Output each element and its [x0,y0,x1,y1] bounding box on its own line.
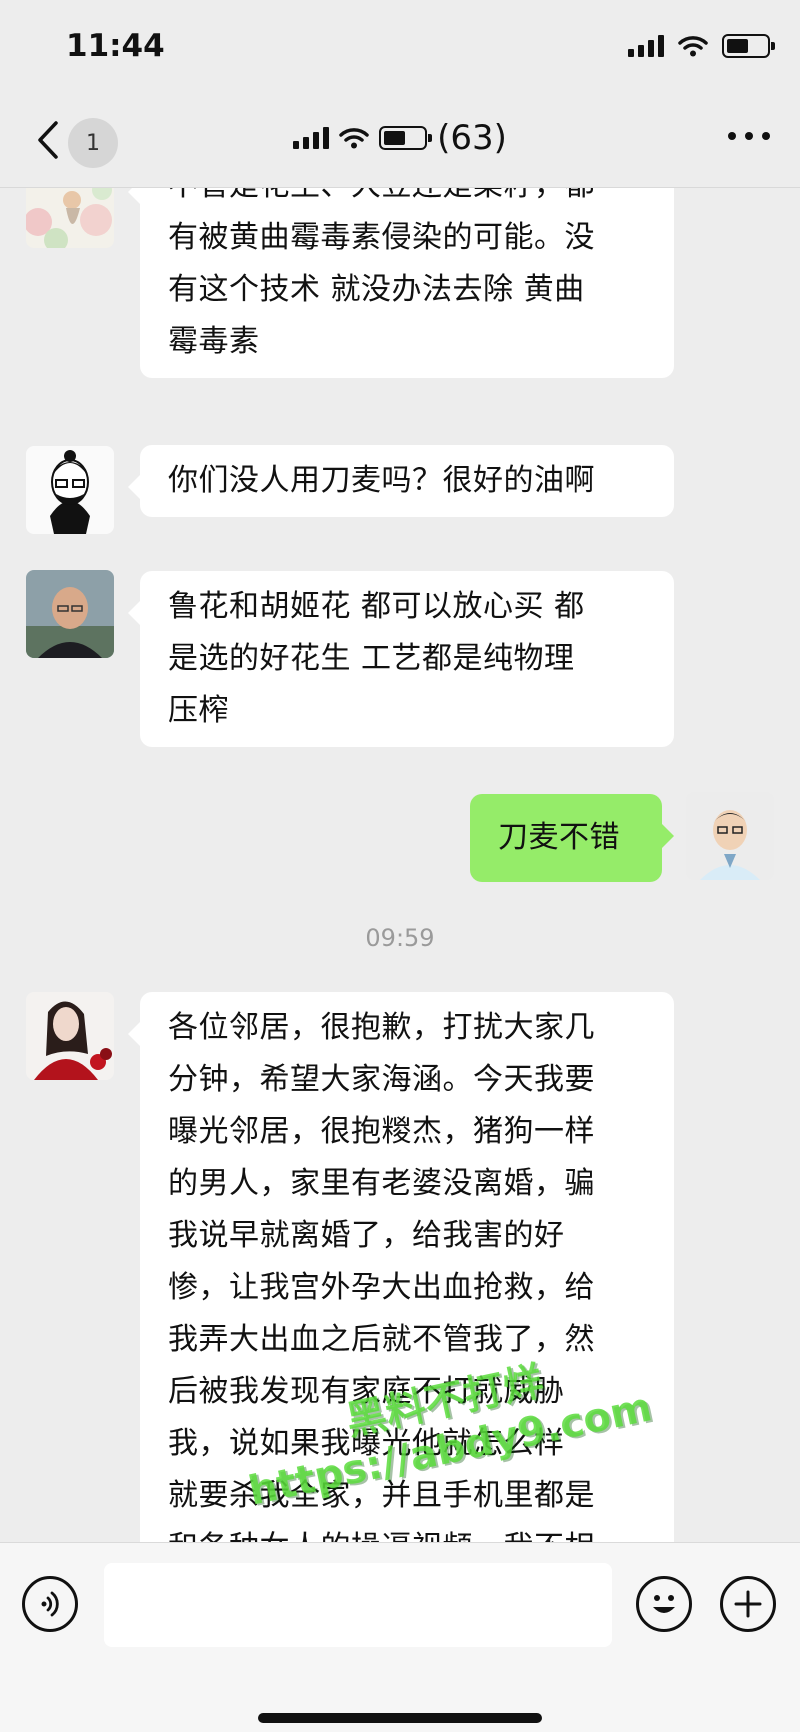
message-list[interactable]: 不管是花生、大豆还是菜籽，都 有被黄曲霉毒素侵染的可能。没 有这个技术 就没办法… [0,188,800,1542]
voice-icon [41,1591,59,1617]
status-bar: 11:44 [0,0,800,96]
chat-header: 1 (63) [0,96,800,188]
member-count: (63) [437,118,507,158]
more-options-button[interactable] [728,132,770,140]
message-bubble[interactable]: 不管是花生、大豆还是菜籽，都 有被黄曲霉毒素侵染的可能。没 有这个技术 就没办法… [128,188,674,378]
battery-icon [722,34,775,58]
my-message-bubble[interactable]: 刀麦不错 [470,794,674,882]
smiley-icon [653,1595,675,1613]
cellular-signal-icon [293,127,330,149]
message-timestamp: 09:59 [365,924,435,952]
cartoon-man-avatar[interactable] [686,792,774,880]
more-functions-button[interactable] [720,1576,776,1632]
input-bar [0,1542,800,1732]
bald-man-avatar[interactable] [26,570,114,658]
plus-icon [734,1590,762,1618]
status-icons [628,34,775,58]
message-bubble[interactable]: 各位邻居，很抱歉，打扰大家几 分钟，希望大家海涵。今天我要 曝光邻居，很抱糉杰，… [128,992,674,1542]
home-indicator[interactable] [258,1713,542,1723]
message-bubble[interactable]: 鲁花和胡姬花 都可以放心买 都 是选的好花生 工艺都是纯物理 压榨 [128,571,674,747]
wifi-icon [339,128,369,149]
battery-icon [379,126,433,150]
status-time: 11:44 [66,28,165,64]
sketch-man-avatar[interactable] [26,446,114,534]
message-bubble[interactable]: 你们没人用刀麦吗？很好的油啊 [128,445,674,517]
flower-girl-avatar[interactable] [26,188,114,248]
chat-title: (63) [0,118,800,158]
emoji-button[interactable] [636,1576,692,1632]
cellular-signal-icon [628,35,664,57]
voice-input-button[interactable] [22,1576,78,1632]
red-dress-woman-avatar[interactable] [26,992,114,1080]
message-input[interactable] [104,1563,612,1647]
wifi-icon [678,36,708,57]
